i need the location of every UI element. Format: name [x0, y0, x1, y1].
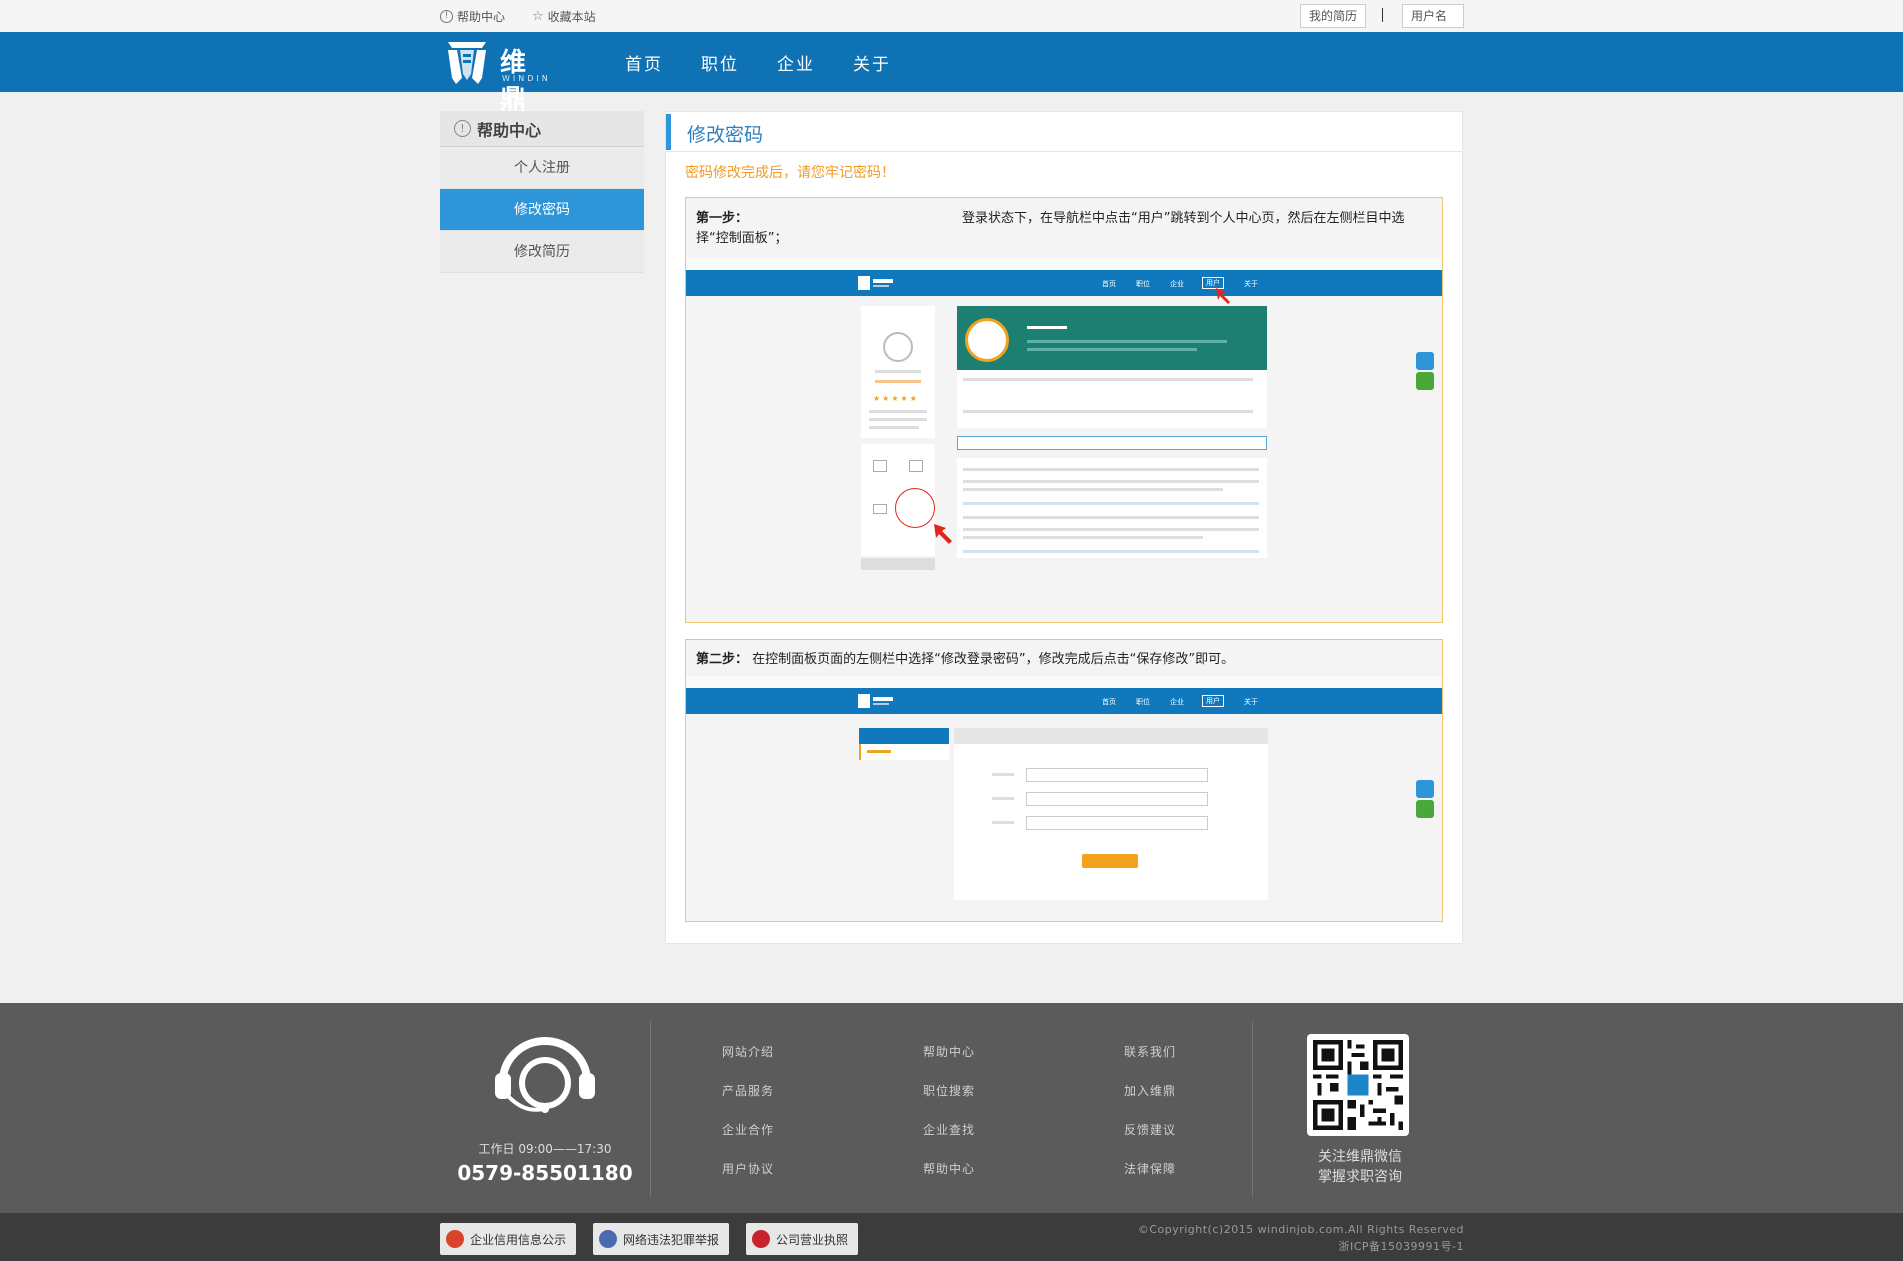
copyright-block: ©Copyright(c)2015 windinjob.com.All Righ…: [1138, 1221, 1464, 1255]
footer-link-company-search[interactable]: 企业查找: [923, 1121, 975, 1138]
shield-icon: [446, 1230, 464, 1248]
footer-bottom-bar: 企业信用信息公示 网络违法犯罪举报 公司营业执照 ©Copyright(c)20…: [0, 1213, 1903, 1261]
my-resume-button[interactable]: 我的简历: [1300, 4, 1367, 28]
icp-number: 浙ICP备15039991号-1: [1338, 1240, 1464, 1253]
mini-change-password-item: [859, 744, 949, 760]
sidebar-item-edit-resume[interactable]: 修改简历: [440, 231, 644, 273]
step-one-screenshot: 首页 职位 企业 用户 关于 ★★★★★: [686, 258, 1442, 622]
info-icon: !: [454, 120, 471, 137]
red-arrow-icon: [1216, 288, 1230, 304]
step-two-description: 在控制面板页面的左侧栏中选择“修改登录密码”，修改完成后点击“保存修改”即可。: [752, 652, 1235, 667]
mini-search-bar: [957, 436, 1267, 450]
float-wechat-icon: [1416, 800, 1434, 818]
mini-nav-item: 关于: [1244, 698, 1258, 706]
site-footer: 工作日 09:00——17:30 0579-85501180 网站介绍 产品服务…: [0, 1003, 1903, 1213]
wechat-qr-code: [1307, 1034, 1409, 1136]
sidebar-header: ! 帮助中心: [440, 111, 644, 147]
qr-code-icon: [1313, 1040, 1403, 1130]
mini-nav-item: 关于: [1244, 280, 1258, 288]
notice-text: 密码修改完成后，请您牢记密码！: [685, 165, 895, 181]
footer-divider: [1252, 1021, 1253, 1197]
float-wechat-icon: [1416, 372, 1434, 390]
nav-home[interactable]: 首页: [625, 50, 663, 75]
footer-link-services[interactable]: 产品服务: [722, 1082, 774, 1099]
nav-jobs[interactable]: 职位: [701, 50, 739, 75]
topbar-separator: [1382, 8, 1383, 22]
mini-profile-card: ★★★★★: [861, 306, 935, 438]
main-content-panel: 修改密码 密码修改完成后，请您牢记密码！ 第一步： 登录状态下，在导航栏中点击“用…: [665, 111, 1463, 944]
mini-nav-item: 首页: [1102, 698, 1116, 706]
footer-link-contact[interactable]: 联系我们: [1124, 1043, 1176, 1060]
sidebar-title: 帮助中心: [477, 120, 542, 140]
mini-logo-icon: [858, 276, 893, 290]
footer-link-help[interactable]: 帮助中心: [923, 1043, 975, 1060]
logo-mark-icon: [448, 42, 486, 84]
footer-link-legal[interactable]: 法律保障: [1124, 1160, 1176, 1177]
title-accent-bar: [666, 114, 671, 150]
red-arrow-icon: [934, 524, 952, 544]
float-service-icon: [1416, 352, 1434, 370]
mini-nav-item: 职位: [1136, 280, 1150, 288]
step-two-label: 第二步：: [696, 652, 749, 667]
mini-nav-item: 职位: [1136, 698, 1150, 706]
police-badge-icon: [599, 1230, 617, 1248]
qr-caption-line-2: 掌握求职咨询: [1318, 1169, 1402, 1185]
page-title-bar: 修改密码: [666, 112, 1462, 152]
mini-stats-row: [957, 370, 1267, 428]
star-icon: ☆: [532, 9, 544, 24]
footer-link-cooperation[interactable]: 企业合作: [722, 1121, 774, 1138]
mini-nav-item-user: 用户: [1202, 695, 1224, 707]
mini-user-banner: [957, 306, 1267, 370]
hotline-number: 0579-85501180: [457, 1161, 633, 1185]
help-center-link[interactable]: ! 帮助中心: [440, 8, 505, 25]
step-two-screenshot: 首页 职位 企业 用户 关于: [686, 676, 1442, 900]
step-one-box: 第一步： 登录状态下，在导航栏中点击“用户”跳转到个人中心页，然后在左侧栏目中选择…: [685, 197, 1443, 623]
mini-control-panel-header: [859, 728, 949, 744]
step-one-description: 登录状态下，在导航栏中点击“用户”跳转到个人中心页，然后在左侧栏目中选择“控制面…: [696, 211, 1405, 246]
step-one-text: 第一步： 登录状态下，在导航栏中点击“用户”跳转到个人中心页，然后在左侧栏目中选择…: [696, 209, 1432, 249]
footer-link-user-agreement[interactable]: 用户协议: [722, 1160, 774, 1177]
footer-link-job-search[interactable]: 职位搜索: [923, 1082, 975, 1099]
mini-nav-item: 企业: [1170, 280, 1184, 288]
headset-icon: [495, 1037, 595, 1113]
help-sidebar: ! 帮助中心 个人注册 修改密码 修改简历: [440, 111, 644, 273]
copyright-text: ©Copyright(c)2015 windinjob.com.All Righ…: [1137, 1223, 1464, 1236]
favorite-link[interactable]: ☆ 收藏本站: [532, 8, 596, 25]
mini-logo-icon: [858, 694, 893, 708]
username-dropdown[interactable]: 用户名∨: [1402, 4, 1464, 45]
mini-nav-item: 企业: [1170, 698, 1184, 706]
site-logo[interactable]: 维鼎 WINDIN: [444, 38, 554, 115]
step-two-box: 第二步： 在控制面板页面的左侧栏中选择“修改登录密码”，修改完成后点击“保存修改…: [685, 639, 1443, 922]
top-utility-bar: ! 帮助中心 ☆ 收藏本站 我的简历 用户名∨: [0, 0, 1903, 45]
business-license-badge[interactable]: 公司营业执照: [746, 1223, 859, 1255]
page-title: 修改密码: [687, 124, 764, 146]
step-one-label: 第一步：: [696, 211, 749, 226]
mini-nav-item: 首页: [1102, 280, 1116, 288]
footer-divider: [650, 1021, 651, 1197]
mini-job-list: [957, 458, 1267, 558]
cybercrime-report-badge[interactable]: 网络违法犯罪举报: [593, 1223, 730, 1255]
nav-about[interactable]: 关于: [853, 50, 891, 75]
mini-control-grid: [861, 444, 935, 556]
logo-english-text: WINDIN: [502, 74, 551, 83]
credit-info-badge[interactable]: 企业信用信息公示: [440, 1223, 577, 1255]
main-navbar: 维鼎 WINDIN 首页 职位 企业 关于: [0, 32, 1903, 115]
work-hours: 工作日 09:00——17:30: [478, 1142, 612, 1156]
footer-link-join[interactable]: 加入维鼎: [1124, 1082, 1176, 1099]
mini-history-bar: [861, 558, 935, 570]
info-icon: !: [440, 10, 453, 23]
qr-caption: 关注维鼎微信 掌握求职咨询: [1280, 1147, 1440, 1187]
footer-link-feedback[interactable]: 反馈建议: [1124, 1121, 1176, 1138]
emblem-icon: [752, 1230, 770, 1248]
nav-companies[interactable]: 企业: [777, 50, 815, 75]
qr-caption-line-1: 关注维鼎微信: [1318, 1149, 1402, 1165]
float-service-icon: [1416, 780, 1434, 798]
footer-link-help-2[interactable]: 帮助中心: [923, 1160, 975, 1177]
step-two-text: 第二步： 在控制面板页面的左侧栏中选择“修改登录密码”，修改完成后点击“保存修改…: [696, 650, 1432, 670]
footer-link-site-intro[interactable]: 网站介绍: [722, 1043, 774, 1060]
sidebar-item-change-password[interactable]: 修改密码: [440, 189, 644, 231]
mini-password-form: [954, 728, 1268, 900]
sidebar-item-register[interactable]: 个人注册: [440, 147, 644, 189]
